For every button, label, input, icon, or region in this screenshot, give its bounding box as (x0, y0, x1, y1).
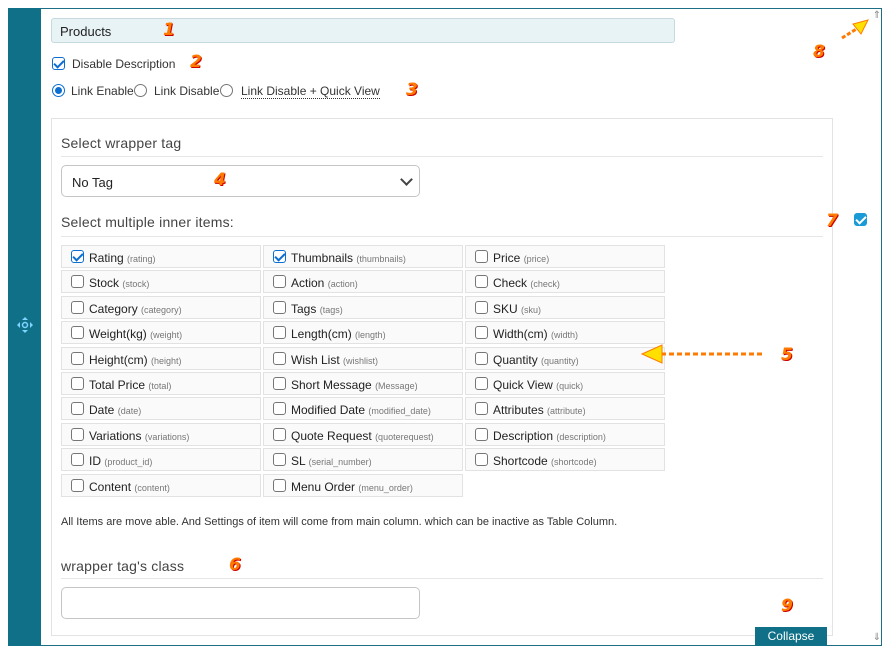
annotation-arrows (640, 19, 869, 364)
arrow-5-icon (640, 344, 762, 364)
arrow-8-icon (841, 19, 869, 40)
